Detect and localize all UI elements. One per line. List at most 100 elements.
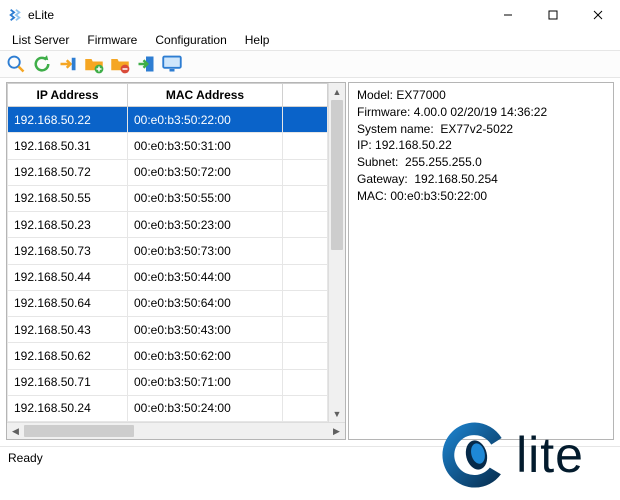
window-controls — [485, 0, 620, 30]
table-row[interactable]: 192.168.50.2200:e0:b3:50:22:00 — [8, 107, 328, 133]
table-row[interactable]: 192.168.50.2400:e0:b3:50:24:00 — [8, 395, 328, 421]
cell-ip: 192.168.50.71 — [8, 369, 128, 395]
cell-ip: 192.168.50.62 — [8, 343, 128, 369]
table-row[interactable]: 192.168.50.3100:e0:b3:50:31:00 — [8, 133, 328, 159]
cell-ip: 192.168.50.72 — [8, 159, 128, 185]
maximize-button[interactable] — [530, 0, 575, 30]
cell-mac: 00:e0:b3:50:23:00 — [128, 212, 283, 238]
cell-extra — [283, 133, 328, 159]
cell-mac: 00:e0:b3:50:43:00 — [128, 317, 283, 343]
cell-ip: 192.168.50.44 — [8, 264, 128, 290]
cell-mac: 00:e0:b3:50:62:00 — [128, 343, 283, 369]
cell-ip: 192.168.50.64 — [8, 290, 128, 316]
col-mac[interactable]: MAC Address — [128, 84, 283, 107]
folder-add-icon[interactable] — [84, 54, 104, 74]
detail-firmware: 4.00.0 02/20/19 14:36:22 — [414, 105, 547, 119]
refresh-icon[interactable] — [32, 54, 52, 74]
table-row[interactable]: 192.168.50.7100:e0:b3:50:71:00 — [8, 369, 328, 395]
app-icon — [8, 8, 22, 22]
monitor-icon[interactable] — [162, 54, 182, 74]
cell-mac: 00:e0:b3:50:44:00 — [128, 264, 283, 290]
table-row[interactable]: 192.168.50.7200:e0:b3:50:72:00 — [8, 159, 328, 185]
cell-mac: 00:e0:b3:50:72:00 — [128, 159, 283, 185]
cell-ip: 192.168.50.24 — [8, 395, 128, 421]
table-row[interactable]: 192.168.50.5500:e0:b3:50:55:00 — [8, 185, 328, 211]
table-row[interactable]: 192.168.50.6200:e0:b3:50:62:00 — [8, 343, 328, 369]
folder-remove-icon[interactable] — [110, 54, 130, 74]
detail-sysname-label: System name: — [357, 122, 434, 136]
table-row[interactable]: 192.168.50.2300:e0:b3:50:23:00 — [8, 212, 328, 238]
detail-model: EX77000 — [396, 88, 445, 102]
detail-gateway: 192.168.50.254 — [414, 172, 497, 186]
cell-mac: 00:e0:b3:50:73:00 — [128, 238, 283, 264]
device-table: IP Address MAC Address 192.168.50.2200:e… — [7, 83, 328, 422]
device-list-pane: IP Address MAC Address 192.168.50.2200:e… — [6, 82, 346, 440]
close-button[interactable] — [575, 0, 620, 30]
cell-ip: 192.168.50.43 — [8, 317, 128, 343]
cell-mac: 00:e0:b3:50:24:00 — [128, 395, 283, 421]
details-pane: Model: EX77000 Firmware: 4.00.0 02/20/19… — [348, 82, 614, 440]
menu-help[interactable]: Help — [237, 32, 278, 48]
detail-subnet-label: Subnet: — [357, 155, 398, 169]
vertical-scrollbar[interactable]: ▲ ▼ — [328, 83, 345, 422]
cell-mac: 00:e0:b3:50:64:00 — [128, 290, 283, 316]
window-title: eLite — [28, 8, 485, 22]
cell-extra — [283, 185, 328, 211]
hscroll-thumb[interactable] — [24, 425, 134, 437]
cell-ip: 192.168.50.31 — [8, 133, 128, 159]
cell-extra — [283, 107, 328, 133]
app-window: eLite List Server Firmware Configuration… — [0, 0, 620, 500]
statusbar: Ready — [0, 446, 620, 468]
titlebar: eLite — [0, 0, 620, 30]
detail-firmware-label: Firmware: — [357, 105, 410, 119]
cell-extra — [283, 290, 328, 316]
search-icon[interactable] — [6, 54, 26, 74]
menu-configuration[interactable]: Configuration — [147, 32, 234, 48]
scroll-down-arrow[interactable]: ▼ — [329, 405, 345, 422]
cell-ip: 192.168.50.73 — [8, 238, 128, 264]
cell-mac: 00:e0:b3:50:55:00 — [128, 185, 283, 211]
cell-mac: 00:e0:b3:50:22:00 — [128, 107, 283, 133]
login-icon[interactable] — [136, 54, 156, 74]
cell-extra — [283, 212, 328, 238]
status-text: Ready — [8, 451, 43, 465]
cell-extra — [283, 395, 328, 421]
detail-mac-label: MAC: — [357, 189, 387, 203]
table-row[interactable]: 192.168.50.4300:e0:b3:50:43:00 — [8, 317, 328, 343]
cell-mac: 00:e0:b3:50:31:00 — [128, 133, 283, 159]
cell-extra — [283, 343, 328, 369]
cell-extra — [283, 264, 328, 290]
horizontal-scrollbar[interactable]: ◀ ▶ — [7, 422, 345, 439]
col-extra[interactable] — [283, 84, 328, 107]
cell-mac: 00:e0:b3:50:71:00 — [128, 369, 283, 395]
cell-ip: 192.168.50.22 — [8, 107, 128, 133]
toolbar — [0, 50, 620, 78]
content-area: IP Address MAC Address 192.168.50.2200:e… — [0, 78, 620, 440]
minimize-button[interactable] — [485, 0, 530, 30]
export-icon[interactable] — [58, 54, 78, 74]
scroll-up-arrow[interactable]: ▲ — [329, 83, 345, 100]
scroll-left-arrow[interactable]: ◀ — [7, 423, 24, 439]
cell-extra — [283, 369, 328, 395]
cell-extra — [283, 238, 328, 264]
table-row[interactable]: 192.168.50.6400:e0:b3:50:64:00 — [8, 290, 328, 316]
scroll-right-arrow[interactable]: ▶ — [328, 423, 345, 439]
cell-extra — [283, 317, 328, 343]
col-ip[interactable]: IP Address — [8, 84, 128, 107]
table-row[interactable]: 192.168.50.4400:e0:b3:50:44:00 — [8, 264, 328, 290]
detail-ip: 192.168.50.22 — [375, 138, 452, 152]
detail-ip-label: IP: — [357, 138, 372, 152]
cell-ip: 192.168.50.23 — [8, 212, 128, 238]
menu-list-server[interactable]: List Server — [4, 32, 77, 48]
detail-mac: 00:e0:b3:50:22:00 — [390, 189, 487, 203]
menubar: List Server Firmware Configuration Help — [0, 30, 620, 50]
detail-model-label: Model: — [357, 88, 393, 102]
cell-extra — [283, 159, 328, 185]
table-header-row: IP Address MAC Address — [8, 84, 328, 107]
detail-gateway-label: Gateway: — [357, 172, 408, 186]
scroll-thumb[interactable] — [331, 100, 343, 250]
cell-ip: 192.168.50.55 — [8, 185, 128, 211]
menu-firmware[interactable]: Firmware — [79, 32, 145, 48]
table-row[interactable]: 192.168.50.7300:e0:b3:50:73:00 — [8, 238, 328, 264]
detail-subnet: 255.255.255.0 — [405, 155, 482, 169]
